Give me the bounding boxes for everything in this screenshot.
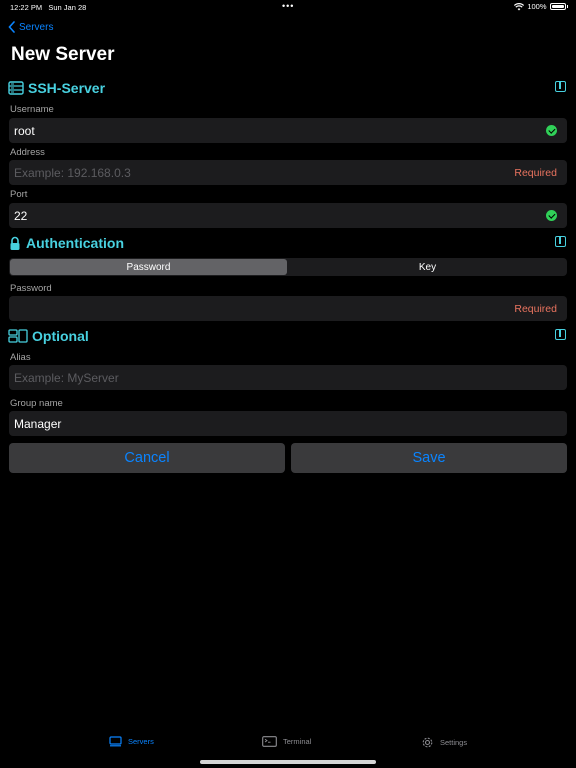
gear-icon <box>422 737 433 748</box>
status-bar: 12:22 PM Sun Jan 28 ••• 100% <box>0 0 576 14</box>
section-auth-header: Authentication <box>8 233 568 253</box>
alias-label: Alias <box>10 352 31 363</box>
page-title: New Server <box>11 44 115 65</box>
group-name-field[interactable]: Manager <box>9 411 567 436</box>
servers-icon <box>109 736 122 747</box>
segment-password[interactable]: Password <box>9 262 288 273</box>
section-optional-header: Optional <box>8 326 568 346</box>
address-label: Address <box>10 147 45 158</box>
checkmark-icon <box>546 210 557 221</box>
lock-icon <box>10 236 20 250</box>
alias-field[interactable]: Example: MyServer <box>9 365 567 390</box>
tab-settings-label: Settings <box>440 738 468 747</box>
save-button[interactable]: Save <box>291 443 567 473</box>
tab-servers-label: Servers <box>128 737 154 746</box>
auth-info-icon[interactable] <box>555 236 566 247</box>
address-placeholder: Example: 192.168.0.3 <box>14 166 131 180</box>
address-required: Required <box>514 167 557 179</box>
ssh-info-icon[interactable] <box>555 81 566 92</box>
back-button[interactable]: Servers <box>8 21 53 33</box>
wifi-icon <box>514 2 525 10</box>
username-label: Username <box>10 104 54 115</box>
group-name-label: Group name <box>10 398 63 409</box>
tab-terminal-label: Terminal <box>283 737 312 746</box>
address-field[interactable]: Example: 192.168.0.3 Required <box>9 160 567 185</box>
status-time: 12:22 PM Sun Jan 28 <box>10 3 87 12</box>
port-field[interactable]: 22 <box>9 203 567 228</box>
status-right: 100% <box>514 2 568 11</box>
group-name-value: Manager <box>14 417 62 431</box>
optional-info-icon[interactable] <box>555 329 566 340</box>
username-value: root <box>14 124 35 138</box>
section-ssh-title: SSH-Server <box>28 80 106 96</box>
section-auth-title: Authentication <box>26 235 124 251</box>
segment-key[interactable]: Key <box>288 262 567 273</box>
multitasking-dots[interactable]: ••• <box>282 1 294 11</box>
section-ssh-header: SSH-Server <box>8 78 568 98</box>
home-indicator[interactable] <box>200 760 376 764</box>
back-label: Servers <box>19 21 54 33</box>
section-optional-title: Optional <box>32 328 89 344</box>
server-icon <box>8 81 24 95</box>
password-field[interactable]: Required <box>9 296 567 321</box>
password-label: Password <box>10 283 52 294</box>
tab-bar: Servers Terminal Settings <box>0 736 576 756</box>
tab-servers[interactable]: Servers <box>109 736 154 747</box>
battery-tip <box>566 5 568 8</box>
tab-settings[interactable]: Settings <box>421 736 467 749</box>
chevron-left-icon <box>8 21 15 33</box>
terminal-icon <box>262 736 277 747</box>
optional-icon <box>8 329 28 343</box>
battery-percent: 100% <box>527 2 547 11</box>
auth-segmented-control: Password Key <box>9 258 567 276</box>
battery-icon <box>549 3 566 10</box>
port-label: Port <box>10 189 28 200</box>
cancel-button[interactable]: Cancel <box>9 443 285 473</box>
checkmark-icon <box>546 125 557 136</box>
alias-placeholder: Example: MyServer <box>14 371 119 385</box>
tab-terminal[interactable]: Terminal <box>262 736 311 747</box>
password-required: Required <box>514 303 557 315</box>
username-field[interactable]: root <box>9 118 567 143</box>
port-value: 22 <box>14 209 28 223</box>
